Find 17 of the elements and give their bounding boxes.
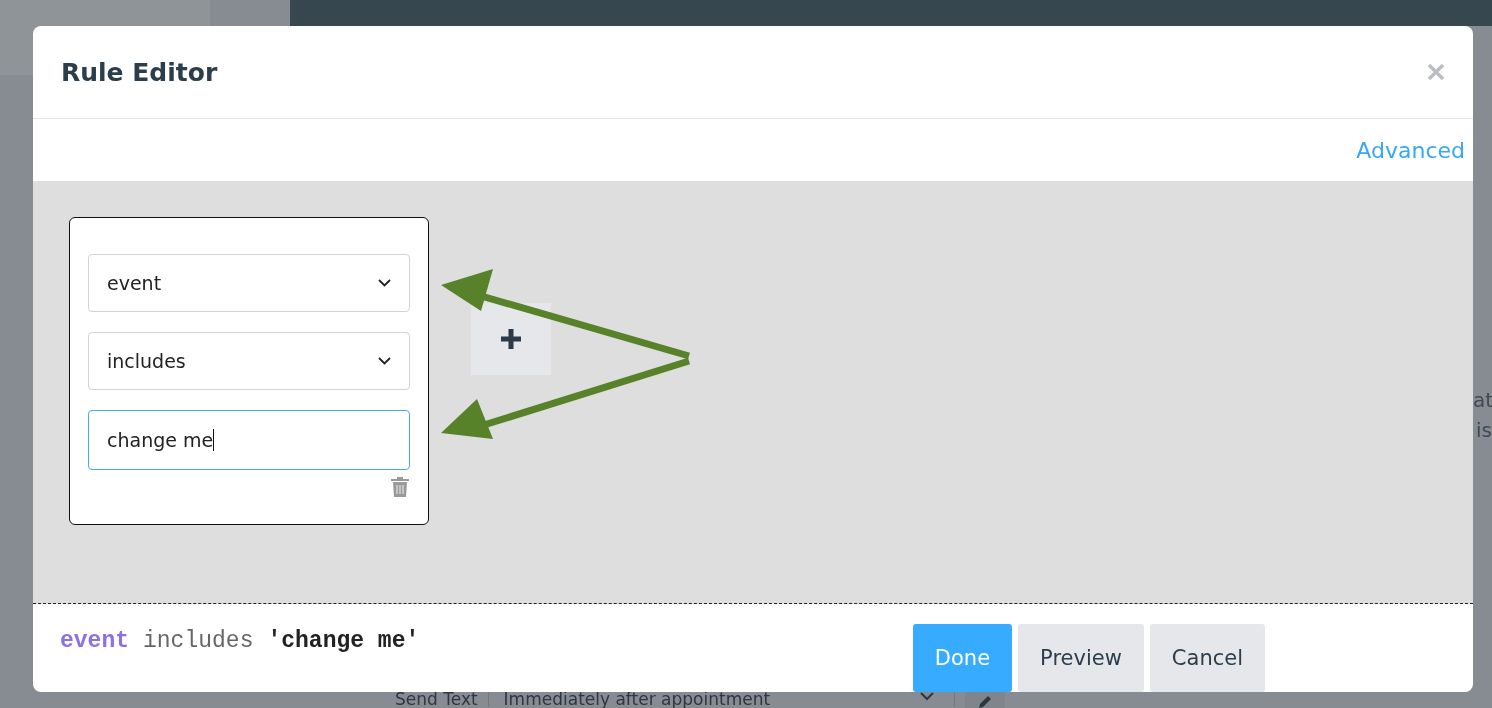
text-fragment: is (1475, 417, 1492, 444)
field-dropdown[interactable]: event (88, 254, 410, 313)
edit-button[interactable] (964, 692, 1005, 708)
chevron-icon (378, 279, 391, 288)
cancel-button[interactable]: Cancel (1149, 624, 1265, 692)
preview-button[interactable]: Preview (1018, 624, 1144, 692)
chevron-icon (919, 692, 934, 701)
add-rule-button[interactable] (471, 303, 551, 376)
operator-dropdown[interactable]: includes (88, 332, 410, 391)
pencil-icon (976, 694, 993, 708)
text-fragment: at (1473, 387, 1492, 414)
dialog-title: Rule Editor (61, 57, 218, 87)
trash-icon[interactable] (390, 476, 410, 499)
plus-icon (499, 327, 523, 352)
rule-expression: event includes 'change me' (60, 627, 420, 654)
chevron-icon (378, 357, 391, 366)
value-input-field[interactable]: change me (88, 410, 410, 471)
